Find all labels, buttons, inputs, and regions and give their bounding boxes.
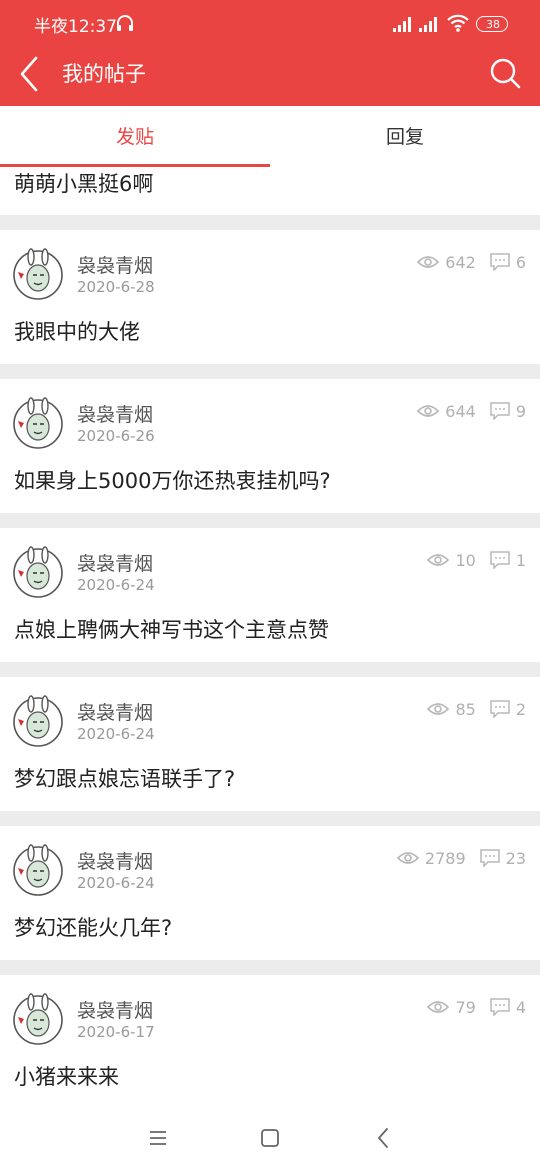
menu-icon[interactable] — [148, 1128, 168, 1148]
system-nav-bar — [0, 1106, 540, 1170]
post-title: 梦幻跟点娘忘语联手了? — [14, 767, 236, 791]
headset-icon — [117, 15, 133, 31]
post-date: 2020-6-24 — [77, 874, 155, 892]
avatar[interactable] — [12, 397, 64, 449]
post-stats: 642 6 — [417, 252, 526, 272]
comment-count: 1 — [515, 550, 526, 570]
post-stats: 644 9 — [417, 401, 526, 421]
view-count: 2789 — [424, 848, 466, 868]
post-author[interactable]: 袅袅青烟 — [77, 549, 153, 576]
comment-icon — [490, 998, 510, 1016]
nav-back-icon[interactable] — [376, 1126, 390, 1150]
app-header: 半夜12:37 38 我的帖子 — [0, 0, 540, 106]
list-item[interactable]: 袅袅青烟 2020-6-26 644 9 如果身上5000万你还热衷挂机吗? — [0, 379, 540, 513]
avatar[interactable] — [12, 993, 64, 1045]
eye-icon — [427, 1001, 450, 1013]
post-date: 2020-6-24 — [77, 576, 155, 594]
comment-icon — [490, 551, 510, 569]
battery-level: 38 — [486, 18, 500, 31]
view-count: 644 — [445, 401, 476, 421]
status-bar: 半夜12:37 38 — [0, 0, 540, 48]
post-title: 点娘上聘俩大神写书这个主意点赞 — [14, 618, 329, 642]
post-list: 萌萌小黑挺6啊 袅袅青烟 2020-6-28 642 6 我眼中的大佬 袅袅青烟… — [0, 167, 540, 1109]
comment-icon — [490, 402, 510, 420]
eye-icon — [427, 703, 450, 715]
eye-icon — [427, 554, 450, 566]
post-date: 2020-6-26 — [77, 427, 155, 445]
list-item[interactable]: 袅袅青烟 2020-6-24 2789 23 梦幻还能火几年? — [0, 826, 540, 960]
post-author[interactable]: 袅袅青烟 — [77, 996, 153, 1023]
comment-icon — [490, 700, 510, 718]
list-item[interactable]: 袅袅青烟 2020-6-24 10 1 点娘上聘俩大神写书这个主意点赞 — [0, 528, 540, 662]
status-time: 半夜12:37 — [34, 17, 117, 37]
list-item[interactable]: 袅袅青烟 2020-6-24 85 2 梦幻跟点娘忘语联手了? — [0, 677, 540, 811]
wifi-icon — [447, 14, 469, 32]
page-title: 我的帖子 — [62, 62, 146, 86]
home-square-icon[interactable] — [260, 1128, 280, 1148]
search-icon[interactable] — [488, 56, 522, 90]
comment-count: 9 — [515, 401, 526, 421]
list-item[interactable]: 袅袅青烟 2020-6-17 79 4 小猪来来来 — [0, 975, 540, 1109]
avatar[interactable] — [12, 546, 64, 598]
post-date: 2020-6-17 — [77, 1023, 155, 1041]
post-title: 小猪来来来 — [14, 1065, 119, 1089]
list-item[interactable]: 萌萌小黑挺6啊 — [0, 167, 540, 215]
post-author[interactable]: 袅袅青烟 — [77, 698, 153, 725]
tab-posts[interactable]: 发贴 — [0, 106, 270, 167]
post-date: 2020-6-24 — [77, 725, 155, 743]
comment-icon — [490, 253, 510, 271]
post-stats: 85 2 — [427, 699, 526, 719]
view-count: 79 — [455, 997, 476, 1017]
avatar[interactable] — [12, 248, 64, 300]
avatar[interactable] — [12, 695, 64, 747]
post-author[interactable]: 袅袅青烟 — [77, 400, 153, 427]
list-item[interactable]: 袅袅青烟 2020-6-28 642 6 我眼中的大佬 — [0, 230, 540, 364]
signal-icon — [419, 17, 437, 32]
avatar[interactable] — [12, 844, 64, 896]
post-author[interactable]: 袅袅青烟 — [77, 847, 153, 874]
view-count: 10 — [455, 550, 476, 570]
tab-replies[interactable]: 回复 — [270, 106, 540, 167]
post-stats: 10 1 — [427, 550, 526, 570]
battery-indicator: 38 — [476, 16, 510, 32]
comment-count: 23 — [505, 848, 526, 868]
post-title: 我眼中的大佬 — [14, 320, 140, 344]
signal-icon — [393, 17, 411, 32]
comment-icon — [479, 849, 500, 867]
post-title: 梦幻还能火几年? — [14, 916, 173, 940]
view-count: 85 — [455, 699, 476, 719]
title-bar: 我的帖子 — [0, 48, 540, 106]
post-stats: 79 4 — [427, 997, 526, 1017]
eye-icon — [417, 256, 440, 268]
comment-count: 6 — [515, 252, 526, 272]
post-date: 2020-6-28 — [77, 278, 155, 296]
eye-icon — [417, 405, 440, 417]
post-stats: 2789 23 — [396, 848, 526, 868]
back-arrow-icon[interactable] — [14, 54, 44, 94]
tab-bar: 发贴 回复 — [0, 106, 540, 168]
post-title: 如果身上5000万你还热衷挂机吗? — [14, 469, 331, 493]
post-author[interactable]: 袅袅青烟 — [77, 251, 153, 278]
post-title: 萌萌小黑挺6啊 — [14, 172, 154, 196]
view-count: 642 — [445, 252, 476, 272]
eye-icon — [396, 852, 419, 864]
comment-count: 2 — [515, 699, 526, 719]
comment-count: 4 — [515, 997, 526, 1017]
